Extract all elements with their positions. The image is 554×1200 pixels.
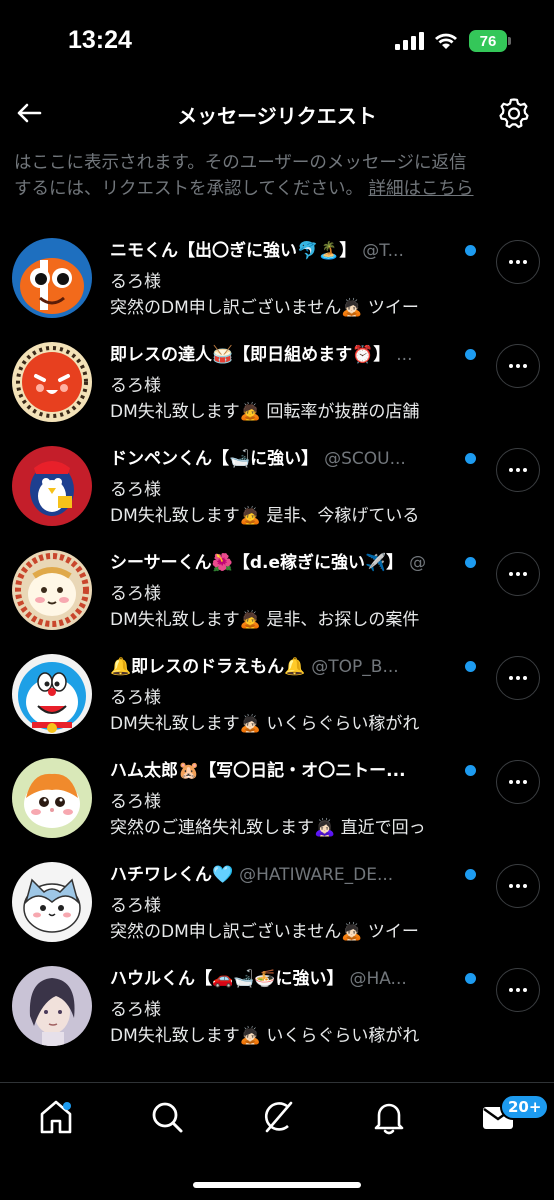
home-indicator — [193, 1182, 361, 1188]
unread-dot — [465, 453, 476, 464]
avatar[interactable] — [12, 966, 92, 1046]
avatar[interactable] — [12, 550, 92, 630]
sender-name-line: ハム太郎🐹【写〇日記・オ〇ニトー... — [110, 758, 450, 784]
sender-name: 🔔即レスのドラえもん🔔 — [110, 657, 306, 677]
more-options-button[interactable] — [496, 448, 540, 492]
message-preview: DM失礼致します🙇 是非、今稼げている — [110, 506, 420, 526]
sender-name-line: ニモくん【出〇ぎに強い🐬🏝️】 @T... — [110, 238, 450, 264]
greeting-text: るろ様 — [110, 792, 161, 812]
greeting-text: るろ様 — [110, 584, 161, 604]
request-item[interactable]: ハム太郎🐹【写〇日記・オ〇ニトー... るろ様 突然のご連絡失礼致します🙇🏻‍♀… — [0, 752, 554, 856]
sender-name-line: シーサーくん🌺【d.e稼ぎに強い✈️】 @ — [110, 550, 450, 576]
sender-name: ハチワレくん🩵 — [110, 865, 234, 885]
more-options-button[interactable] — [496, 760, 540, 804]
sender-handle: @HA... — [349, 969, 407, 989]
sender-handle: ... — [396, 345, 413, 365]
more-options-button[interactable] — [496, 656, 540, 700]
info-text: はここに表示されます。そのユーザーのメッセージに返信 するには、リクエストを承認… — [14, 150, 544, 202]
grok-icon[interactable] — [257, 1097, 297, 1137]
unread-dot — [465, 349, 476, 360]
message-preview: DM失礼致します🙇🏻 いくらぐらい稼がれ — [110, 714, 420, 734]
sender-handle: @HATIWARE_DE... — [239, 865, 394, 885]
request-item[interactable]: ハウルくん【🚗🛁🍜に強い】 @HA... るろ様 DM失礼致します🙇🏻 いくらぐ… — [0, 960, 554, 1064]
greeting-text: るろ様 — [110, 1000, 161, 1020]
status-time: 13:24 — [68, 26, 132, 54]
avatar[interactable] — [12, 238, 92, 318]
greeting-text: るろ様 — [110, 688, 161, 708]
battery-cap — [508, 37, 511, 45]
request-item[interactable]: 即レスの達人🥁【即日組めます⏰】 ... るろ様 DM失礼致します🙇 回転率が抜… — [0, 336, 554, 440]
request-item[interactable]: 🔔即レスのドラえもん🔔 @TOP_B... るろ様 DM失礼致します🙇🏻 いくら… — [0, 648, 554, 752]
greeting-text: るろ様 — [110, 480, 161, 500]
status-bar: 13:24 76 — [0, 0, 554, 80]
unread-dot — [465, 869, 476, 880]
sender-name-line: ハチワレくん🩵 @HATIWARE_DE... — [110, 862, 450, 888]
greeting-text: るろ様 — [110, 376, 161, 396]
request-item[interactable]: ハチワレくん🩵 @HATIWARE_DE... るろ様 突然のDM申し訳ございま… — [0, 856, 554, 960]
gear-icon[interactable] — [497, 96, 531, 130]
top-bar: メッセージリクエスト — [0, 90, 554, 140]
unread-dot — [465, 245, 476, 256]
request-item[interactable]: シーサーくん🌺【d.e稼ぎに強い✈️】 @ るろ様 DM失礼致します🙇 是非、お… — [0, 544, 554, 648]
request-list: ニモくん【出〇ぎに強い🐬🏝️】 @T... るろ様 突然のDM申し訳ございません… — [0, 232, 554, 1064]
sender-handle: @T... — [362, 241, 404, 261]
avatar[interactable] — [12, 342, 92, 422]
sender-handle: @TOP_B... — [311, 657, 399, 677]
more-options-button[interactable] — [496, 240, 540, 284]
unread-dot — [465, 765, 476, 776]
notifications-bell-icon[interactable] — [369, 1097, 409, 1137]
message-preview: DM失礼致します🙇 是非、お探しの案件 — [110, 610, 420, 630]
request-item[interactable]: ドンペンくん【🛁に強い】 @SCOU... るろ様 DM失礼致します🙇 是非、今… — [0, 440, 554, 544]
info-line-2-text: するには、リクエストを承認してください。 — [14, 179, 363, 199]
avatar[interactable] — [12, 758, 92, 838]
sender-name-line: 🔔即レスのドラえもん🔔 @TOP_B... — [110, 654, 450, 680]
search-icon[interactable] — [147, 1097, 187, 1137]
more-options-button[interactable] — [496, 344, 540, 388]
sender-name: ハウルくん【🚗🛁🍜に強い】 — [110, 969, 344, 989]
sender-handle: @ — [409, 553, 427, 573]
avatar[interactable] — [12, 862, 92, 942]
message-preview: 突然のご連絡失礼致します🙇🏻‍♀️ 直近で回っ — [110, 818, 426, 838]
info-line-2: するには、リクエストを承認してください。 詳細はこちら — [14, 176, 544, 202]
greeting-text: るろ様 — [110, 896, 161, 916]
messages-badge: 20+ — [500, 1094, 550, 1120]
sender-name-line: ドンペンくん【🛁に強い】 @SCOU... — [110, 446, 450, 472]
message-preview: 突然のDM申し訳ございません🙇🏻 ツイー — [110, 922, 419, 942]
request-item[interactable]: ニモくん【出〇ぎに強い🐬🏝️】 @T... るろ様 突然のDM申し訳ございません… — [0, 232, 554, 336]
sender-name: 即レスの達人🥁【即日組めます⏰】 — [110, 345, 391, 365]
sender-name: ニモくん【出〇ぎに強い🐬🏝️】 — [110, 241, 357, 261]
page-title: メッセージリクエスト — [177, 104, 377, 128]
message-preview: 突然のDM申し訳ございません🙇🏻 ツイー — [110, 298, 419, 318]
sender-name-line: ハウルくん【🚗🛁🍜に強い】 @HA... — [110, 966, 450, 992]
message-preview: DM失礼致します🙇🏻 いくらぐらい稼がれ — [110, 1026, 420, 1046]
unread-dot — [465, 661, 476, 672]
sender-name: ハム太郎🐹【写〇日記・オ〇ニトー... — [110, 761, 406, 781]
learn-more-link[interactable]: 詳細はこちら — [369, 179, 474, 199]
cellular-signal-icon — [395, 32, 424, 50]
sender-handle: @SCOU... — [324, 449, 406, 469]
home-icon[interactable] — [36, 1097, 76, 1137]
info-line-1: はここに表示されます。そのユーザーのメッセージに返信 — [14, 153, 467, 173]
more-options-button[interactable] — [496, 968, 540, 1012]
avatar[interactable] — [12, 654, 92, 734]
more-options-button[interactable] — [496, 864, 540, 908]
unread-dot — [465, 557, 476, 568]
more-options-button[interactable] — [496, 552, 540, 596]
sender-name: シーサーくん🌺【d.e稼ぎに強い✈️】 — [110, 553, 404, 573]
battery-icon: 76 — [469, 30, 507, 52]
sender-name-line: 即レスの達人🥁【即日組めます⏰】 ... — [110, 342, 450, 368]
greeting-text: るろ様 — [110, 272, 161, 292]
unread-dot — [465, 973, 476, 984]
battery-level: 76 — [479, 32, 497, 50]
wifi-icon — [435, 33, 457, 49]
avatar[interactable] — [12, 446, 92, 526]
sender-name: ドンペンくん【🛁に強い】 — [110, 449, 319, 469]
message-preview: DM失礼致します🙇 回転率が抜群の店舗 — [110, 402, 420, 422]
